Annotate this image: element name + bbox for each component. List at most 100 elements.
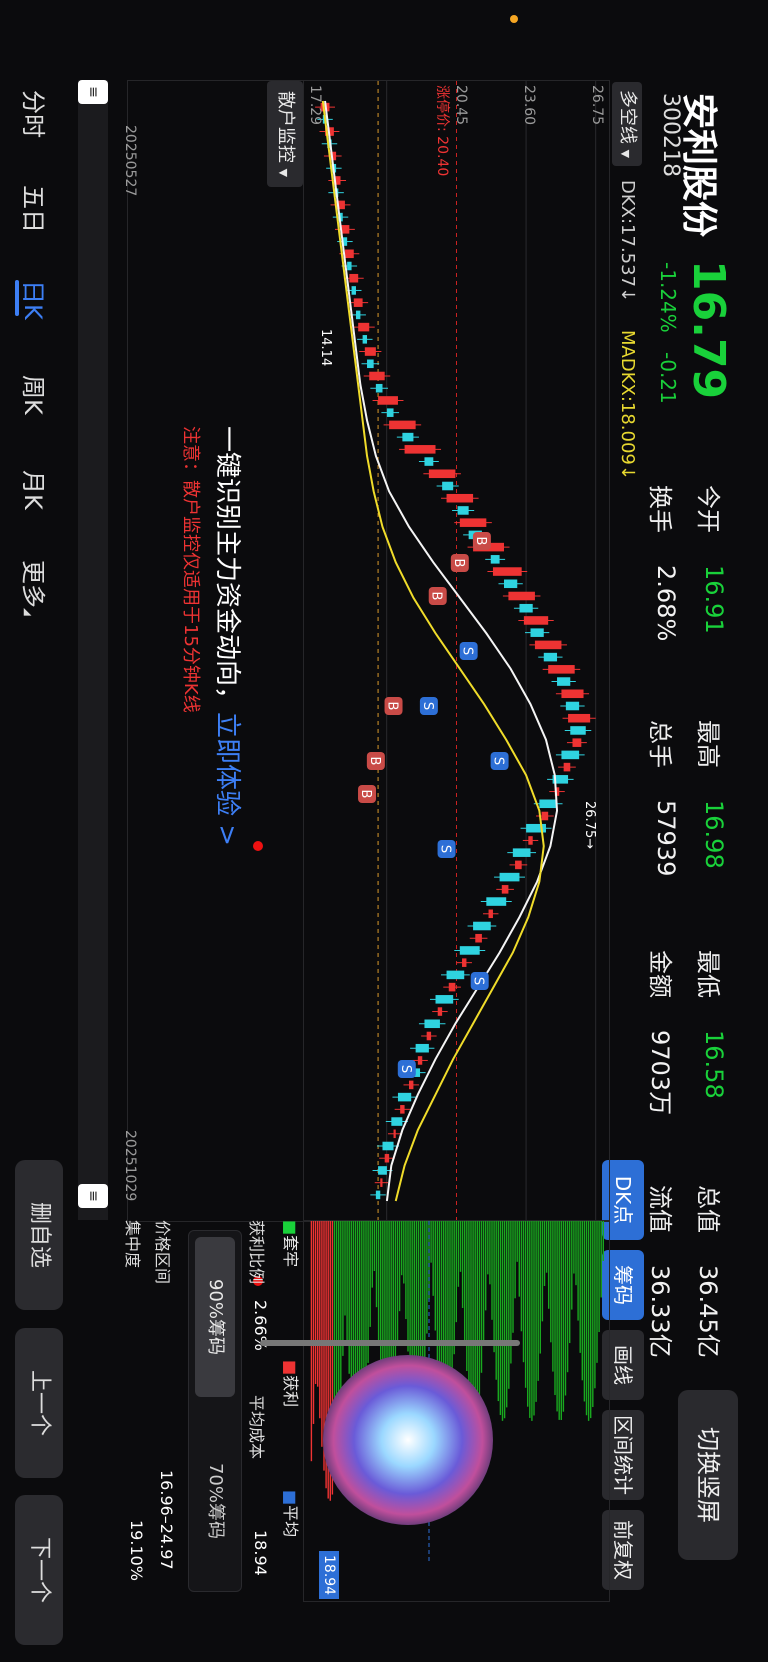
chip-bar xyxy=(459,1221,462,1272)
next-button[interactable]: 下一个 xyxy=(15,1495,63,1645)
kline-svg: B B B S S S S S S B B B xyxy=(315,81,597,1221)
candle xyxy=(565,701,580,711)
y-tick-2: 23.60 xyxy=(521,85,537,126)
chip-bar xyxy=(562,1221,565,1412)
candle xyxy=(375,383,383,393)
buy-marker: B xyxy=(366,752,385,770)
chip-bar xyxy=(482,1221,485,1344)
range-end-handle[interactable]: ≡ xyxy=(78,1184,108,1208)
chip-range-tabs: 90%筹码 70%筹码 xyxy=(188,1230,242,1592)
chip-bar xyxy=(548,1221,550,1309)
candle xyxy=(501,885,509,894)
chip-bar xyxy=(569,1221,571,1344)
buy-marker: B xyxy=(472,532,491,550)
candle xyxy=(459,946,480,955)
candle xyxy=(512,848,531,857)
candle xyxy=(344,249,354,259)
indicator-select[interactable]: 多空线 ▼ xyxy=(612,82,642,166)
candle xyxy=(526,823,546,833)
chip-bar xyxy=(426,1221,428,1334)
candle xyxy=(523,616,549,625)
max-marker: 26.75→ xyxy=(582,801,597,850)
svg-text:S: S xyxy=(491,757,506,765)
period-tabs: 分时 五日 日K 周K 月K 更多◢ xyxy=(13,90,53,650)
home-indicator[interactable] xyxy=(260,1340,520,1346)
tab-weekly-k[interactable]: 周K xyxy=(18,375,53,415)
monitor-select[interactable]: 散户监控 ▼ xyxy=(267,81,303,187)
candle xyxy=(375,1190,381,1200)
chip-bar xyxy=(512,1221,514,1333)
chip-bar xyxy=(583,1221,586,1402)
candle xyxy=(459,518,487,527)
change-percent: -1.24% xyxy=(656,262,680,333)
chip-bar xyxy=(434,1221,436,1331)
candle xyxy=(548,665,575,674)
switch-portrait-button[interactable]: 切换竖屏 xyxy=(678,1390,738,1560)
chip-bar xyxy=(577,1221,579,1321)
candle xyxy=(488,909,493,919)
candle xyxy=(391,1117,403,1126)
candle xyxy=(347,261,352,271)
svg-text:S: S xyxy=(471,977,486,985)
chip-bar xyxy=(457,1221,460,1287)
tab-monthly-k[interactable]: 月K xyxy=(18,470,53,510)
chip-bar xyxy=(455,1221,457,1323)
float-cap-label: 流值 xyxy=(646,1185,674,1233)
promo-main[interactable]: 一键识别主力资金动向，立即体验 > xyxy=(211,426,248,846)
sell-marker: S xyxy=(419,697,438,715)
total-cap-label: 总值 xyxy=(694,1185,722,1233)
chip-bar xyxy=(463,1221,466,1342)
chip-bar xyxy=(535,1221,537,1402)
candle xyxy=(486,897,507,906)
chip-bar xyxy=(344,1221,346,1316)
candle xyxy=(386,408,394,417)
kline-chart[interactable]: B B B S S S S S S B B B 26.75 23.60 20.45 17.29 涨停价… xyxy=(303,80,610,1222)
chip-bar xyxy=(398,1221,401,1312)
candle xyxy=(492,567,522,576)
chip-bar xyxy=(485,1221,487,1311)
promo-link[interactable]: 立即体验 > xyxy=(212,712,242,846)
buy-marker: B xyxy=(428,587,447,605)
total-cap-value: 36.45亿 xyxy=(694,1265,722,1358)
date-end: 20251029 xyxy=(122,1130,138,1202)
svg-text:S: S xyxy=(438,845,453,853)
candle xyxy=(417,1056,423,1065)
chip-bar xyxy=(524,1221,527,1388)
tab-intraday[interactable]: 分时 xyxy=(18,90,53,138)
indicator-select-label: 多空线 xyxy=(617,89,638,144)
delete-watchlist-button[interactable]: 删自选 xyxy=(15,1160,63,1310)
tab-five-day[interactable]: 五日 xyxy=(18,185,53,233)
chip-bar xyxy=(405,1221,407,1320)
turnover-value: 2.68% xyxy=(652,565,680,642)
candle xyxy=(367,359,374,369)
voice-assistant-orb[interactable] xyxy=(323,1355,493,1525)
tab-daily-k[interactable]: 日K xyxy=(18,280,53,320)
active-tab-indicator xyxy=(15,280,19,316)
tab-70-chips[interactable]: 70%筹码 xyxy=(195,1421,235,1581)
tab-more[interactable]: 更多◢ xyxy=(18,560,53,616)
monitor-select-label: 散户监控 xyxy=(275,90,296,163)
candle xyxy=(504,579,518,589)
chip-bar xyxy=(493,1221,495,1353)
candle xyxy=(364,347,376,356)
candle xyxy=(534,640,562,650)
previous-button[interactable]: 上一个 xyxy=(15,1328,63,1478)
candle xyxy=(561,750,580,760)
chip-bar xyxy=(585,1221,588,1416)
candle xyxy=(400,1105,405,1114)
candle xyxy=(378,1166,387,1175)
chip-bar xyxy=(491,1221,493,1320)
candle xyxy=(424,1019,440,1029)
stock-name: 安利股份 xyxy=(678,93,719,238)
range-start-handle[interactable]: ≡ xyxy=(78,80,108,104)
date-range-bar[interactable]: ≡ ≡ xyxy=(78,80,108,1220)
candle xyxy=(353,298,363,307)
amount-value: 9703万 xyxy=(646,1030,674,1116)
chip-bar xyxy=(560,1221,562,1420)
tab-90-chips[interactable]: 90%筹码 xyxy=(195,1237,235,1397)
concentration-label: 集中度 xyxy=(123,1220,142,1269)
chip-bar xyxy=(552,1221,554,1372)
chip-bar xyxy=(579,1221,581,1353)
dkx-line xyxy=(324,100,559,1202)
chip-bar xyxy=(518,1221,520,1297)
